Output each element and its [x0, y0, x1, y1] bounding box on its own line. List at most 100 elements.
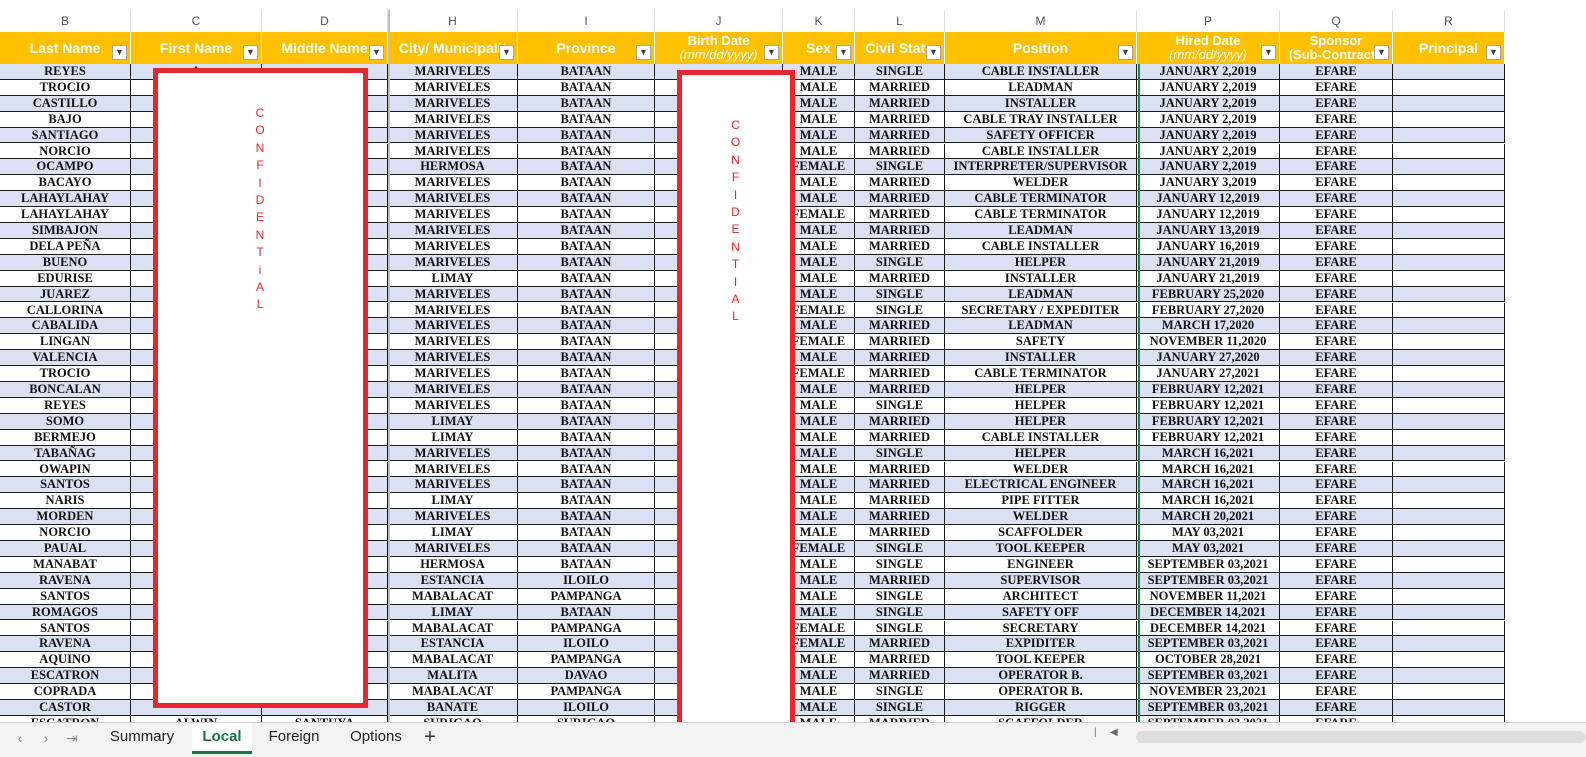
cell-position[interactable]: CABLE TERMINATOR	[945, 191, 1137, 208]
cell-civil-status[interactable]: MARRIED	[855, 493, 945, 510]
cell-hired-date[interactable]: DECEMBER 14,2021	[1137, 604, 1280, 621]
cell-last-name[interactable]: BUENO	[0, 254, 131, 271]
cell-position[interactable]: OPERATOR B.	[945, 668, 1137, 685]
cell-sponsor[interactable]: EFARE	[1280, 541, 1393, 557]
cell-hired-date[interactable]: OCTOBER 28,2021	[1137, 652, 1280, 669]
cell-hired-date[interactable]: FEBRUARY 12,2021	[1137, 413, 1280, 430]
cell-principal[interactable]	[1393, 207, 1505, 223]
cell-last-name[interactable]: ROMAGOS	[0, 604, 131, 621]
cell-city[interactable]: MARIVELES	[388, 207, 518, 223]
cell-sponsor[interactable]: EFARE	[1280, 684, 1393, 700]
cell-sponsor[interactable]: EFARE	[1280, 334, 1393, 351]
cell-sponsor[interactable]: EFARE	[1280, 238, 1393, 255]
cell-civil-status[interactable]: MARRIED	[855, 572, 945, 589]
cell-hired-date[interactable]: FEBRUARY 25,2020	[1137, 286, 1280, 303]
cell-principal[interactable]	[1393, 525, 1505, 541]
cell-province[interactable]: BATAAN	[518, 334, 655, 351]
cell-city[interactable]: MABALACAT	[388, 588, 518, 605]
cell-last-name[interactable]: CASTOR	[0, 700, 131, 716]
cell-city[interactable]: MARIVELES	[388, 382, 518, 398]
cell-principal[interactable]	[1393, 588, 1505, 605]
cell-civil-status[interactable]: MARRIED	[855, 350, 945, 367]
cell-civil-status[interactable]: SINGLE	[855, 700, 945, 716]
cell-position[interactable]: CABLE TRAY INSTALLER	[945, 111, 1137, 128]
cell-sponsor[interactable]: EFARE	[1280, 143, 1393, 160]
column-letter-r[interactable]: R	[1393, 10, 1505, 32]
cell-hired-date[interactable]: JANUARY 27,2021	[1137, 366, 1280, 382]
cell-city[interactable]: MARIVELES	[388, 143, 518, 160]
cell-hired-date[interactable]: JANUARY 2,2019	[1137, 143, 1280, 160]
cell-last-name[interactable]: NARIS	[0, 493, 131, 510]
cell-province[interactable]: BATAAN	[518, 223, 655, 239]
cell-principal[interactable]	[1393, 700, 1505, 716]
cell-hired-date[interactable]: DECEMBER 14,2021	[1137, 620, 1280, 637]
column-letter-d[interactable]: D	[262, 10, 388, 32]
cell-hired-date[interactable]: MARCH 16,2021	[1137, 477, 1280, 494]
cell-principal[interactable]	[1393, 366, 1505, 382]
cell-last-name[interactable]: NORCIO	[0, 525, 131, 541]
cell-civil-status[interactable]: SINGLE	[855, 286, 945, 303]
column-letter-j[interactable]: J	[655, 10, 783, 32]
cell-position[interactable]: HELPER	[945, 397, 1137, 414]
cell-province[interactable]: BATAAN	[518, 286, 655, 303]
cell-civil-status[interactable]: MARRIED	[855, 207, 945, 223]
cell-last-name[interactable]: RAVENA	[0, 636, 131, 653]
cell-principal[interactable]	[1393, 620, 1505, 637]
cell-position[interactable]: WELDER	[945, 175, 1137, 192]
cell-last-name[interactable]: MANABAT	[0, 556, 131, 573]
cell-city[interactable]: LIMAY	[388, 429, 518, 446]
cell-sponsor[interactable]: EFARE	[1280, 604, 1393, 621]
cell-last-name[interactable]: PAUAL	[0, 541, 131, 557]
cell-civil-status[interactable]: MARRIED	[855, 525, 945, 541]
column-letter-k[interactable]: K	[783, 10, 855, 32]
cell-position[interactable]: SECRETARY	[945, 620, 1137, 637]
cell-province[interactable]: BATAAN	[518, 318, 655, 335]
cell-sponsor[interactable]: EFARE	[1280, 445, 1393, 462]
cell-position[interactable]: OPERATOR B.	[945, 684, 1137, 700]
cell-hired-date[interactable]: SEPTEMBER 03,2021	[1137, 572, 1280, 589]
cell-province[interactable]: PAMPANGA	[518, 588, 655, 605]
cell-civil-status[interactable]: SINGLE	[855, 604, 945, 621]
cell-city[interactable]: LIMAY	[388, 270, 518, 287]
cell-province[interactable]: BATAAN	[518, 207, 655, 223]
cell-principal[interactable]	[1393, 95, 1505, 112]
cell-position[interactable]: EXPIDITER	[945, 636, 1137, 653]
cell-principal[interactable]	[1393, 238, 1505, 255]
cell-last-name[interactable]: EDURISE	[0, 270, 131, 287]
cell-principal[interactable]	[1393, 413, 1505, 430]
cell-civil-status[interactable]: SINGLE	[855, 159, 945, 176]
cell-hired-date[interactable]: JANUARY 2,2019	[1137, 111, 1280, 128]
cell-hired-date[interactable]: MARCH 17,2020	[1137, 318, 1280, 335]
add-sheet-button[interactable]: +	[418, 723, 442, 751]
cell-sponsor[interactable]: EFARE	[1280, 382, 1393, 398]
cell-city[interactable]: MARIVELES	[388, 95, 518, 112]
cell-position[interactable]: HELPER	[945, 413, 1137, 430]
cell-last-name[interactable]: SANTIAGO	[0, 127, 131, 144]
cell-principal[interactable]	[1393, 79, 1505, 96]
cell-principal[interactable]	[1393, 143, 1505, 160]
cell-city[interactable]: MARIVELES	[388, 223, 518, 239]
cell-last-name[interactable]: REYES	[0, 397, 131, 414]
cell-hired-date[interactable]: JANUARY 21,2019	[1137, 270, 1280, 287]
cell-sponsor[interactable]: EFARE	[1280, 493, 1393, 510]
cell-hired-date[interactable]: JANUARY 16,2019	[1137, 238, 1280, 255]
cell-province[interactable]: ILOILO	[518, 636, 655, 653]
cell-sponsor[interactable]: EFARE	[1280, 95, 1393, 112]
cell-civil-status[interactable]: MARRIED	[855, 382, 945, 398]
filter-dropdown-icon[interactable]: ▼	[499, 45, 514, 60]
cell-city[interactable]: HERMOSA	[388, 159, 518, 176]
cell-city[interactable]: MARIVELES	[388, 397, 518, 414]
tab-summary[interactable]: Summary	[100, 723, 184, 751]
cell-hired-date[interactable]: FEBRUARY 12,2021	[1137, 397, 1280, 414]
cell-province[interactable]: BATAAN	[518, 509, 655, 526]
cell-province[interactable]: BATAAN	[518, 254, 655, 271]
cell-city[interactable]: MARIVELES	[388, 541, 518, 557]
cell-sponsor[interactable]: EFARE	[1280, 397, 1393, 414]
cell-sponsor[interactable]: EFARE	[1280, 366, 1393, 382]
cell-hired-date[interactable]: NOVEMBER 23,2021	[1137, 684, 1280, 700]
cell-principal[interactable]	[1393, 541, 1505, 557]
cell-sponsor[interactable]: EFARE	[1280, 556, 1393, 573]
cell-sponsor[interactable]: EFARE	[1280, 350, 1393, 367]
cell-civil-status[interactable]: SINGLE	[855, 541, 945, 557]
cell-sponsor[interactable]: EFARE	[1280, 270, 1393, 287]
